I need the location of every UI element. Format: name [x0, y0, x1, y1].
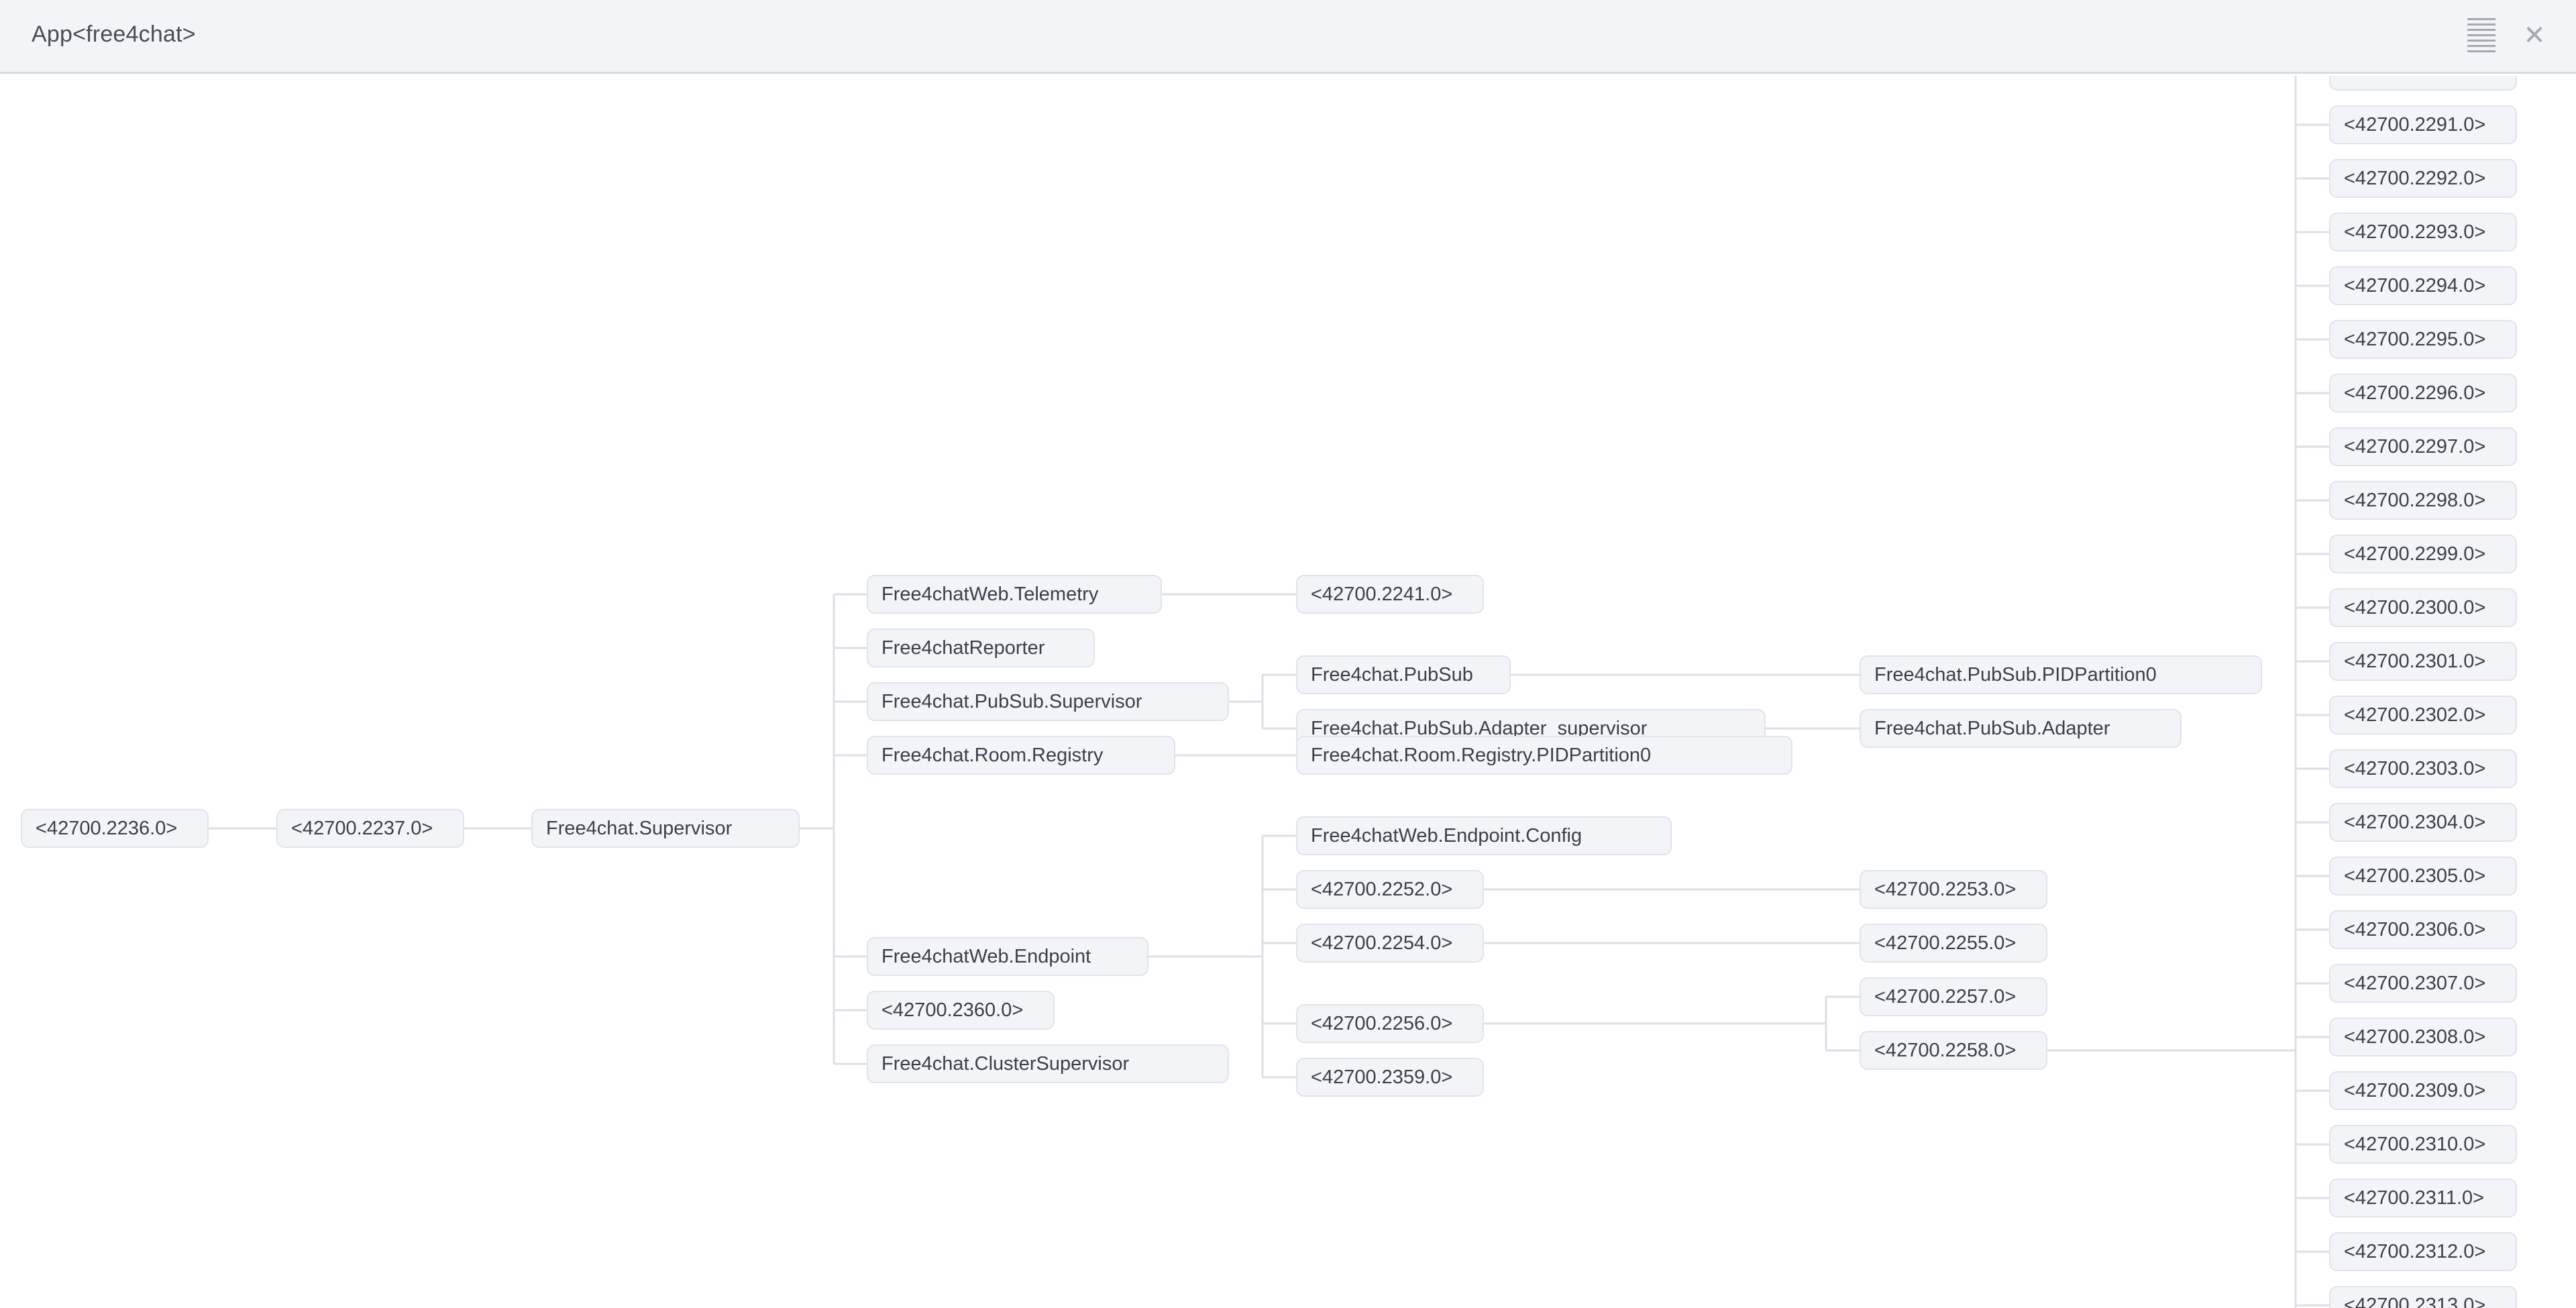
node-child-pid[interactable]: <42700.2296.0> [2329, 374, 2517, 413]
node-child-pid[interactable]: <42700.2313.0> [2329, 1286, 2517, 1308]
node-child-pid[interactable]: <42700.2302.0> [2329, 696, 2517, 734]
window-title: App<free4chat> [32, 21, 196, 47]
node-child-partial[interactable] [2329, 76, 2517, 91]
node-child-pid[interactable]: <42700.2294.0> [2329, 266, 2517, 305]
node-pid-2359[interactable]: <42700.2359.0> [1296, 1058, 1484, 1097]
node-child-pid[interactable]: <42700.2301.0> [2329, 642, 2517, 681]
node-child-pid[interactable]: <42700.2300.0> [2329, 588, 2517, 627]
node-child-pid[interactable]: <42700.2297.0> [2329, 427, 2517, 466]
list-lines-icon[interactable] [2467, 18, 2496, 56]
node-telemetry[interactable]: Free4chatWeb.Telemetry [867, 575, 1162, 614]
node-child-pid[interactable]: <42700.2291.0> [2329, 105, 2517, 144]
node-child-pid[interactable]: <42700.2304.0> [2329, 803, 2517, 842]
process-tree-canvas[interactable]: <42700.2236.0> <42700.2237.0> Free4chat.… [0, 76, 2576, 1308]
node-pid-2255[interactable]: <42700.2255.0> [1860, 924, 2047, 963]
node-pid-2360[interactable]: <42700.2360.0> [867, 991, 1055, 1030]
node-child-pid[interactable]: <42700.2303.0> [2329, 749, 2517, 788]
node-room-registry-partition[interactable]: Free4chat.Room.Registry.PIDPartition0 [1296, 736, 1792, 775]
node-child-pid[interactable]: <42700.2295.0> [2329, 320, 2517, 359]
node-child-pid[interactable]: <42700.2299.0> [2329, 535, 2517, 574]
node-child-pid[interactable]: <42700.2298.0> [2329, 481, 2517, 520]
node-child-pid[interactable]: <42700.2311.0> [2329, 1179, 2517, 1217]
node-endpoint-config[interactable]: Free4chatWeb.Endpoint.Config [1296, 816, 1672, 855]
node-child-pid[interactable]: <42700.2312.0> [2329, 1232, 2517, 1271]
node-endpoint[interactable]: Free4chatWeb.Endpoint [867, 937, 1148, 976]
node-pid-2254[interactable]: <42700.2254.0> [1296, 924, 1484, 963]
node-child-pid[interactable]: <42700.2293.0> [2329, 213, 2517, 252]
window-header: App<free4chat> ✕ [0, 0, 2576, 74]
node-child-pid[interactable]: <42700.2309.0> [2329, 1071, 2517, 1110]
node-room-registry[interactable]: Free4chat.Room.Registry [867, 736, 1175, 775]
node-cluster-supervisor[interactable]: Free4chat.ClusterSupervisor [867, 1044, 1229, 1083]
node-child-pid[interactable]: <42700.2308.0> [2329, 1018, 2517, 1056]
node-pubsub-supervisor[interactable]: Free4chat.PubSub.Supervisor [867, 682, 1229, 721]
node-child-pid[interactable]: <42700.2305.0> [2329, 857, 2517, 895]
node-child-pid[interactable]: <42700.2310.0> [2329, 1125, 2517, 1164]
node-pid-2257[interactable]: <42700.2257.0> [1860, 977, 2047, 1016]
node-child-pid[interactable]: <42700.2306.0> [2329, 910, 2517, 949]
node-pid-2252[interactable]: <42700.2252.0> [1296, 870, 1484, 909]
node-pubsub-adapter[interactable]: Free4chat.PubSub.Adapter [1860, 709, 2182, 748]
node-child-pid[interactable]: <42700.2307.0> [2329, 964, 2517, 1003]
node-pid-2258[interactable]: <42700.2258.0> [1860, 1031, 2047, 1070]
node-pubsub-partition[interactable]: Free4chat.PubSub.PIDPartition0 [1860, 655, 2262, 694]
node-root-pid[interactable]: <42700.2236.0> [21, 809, 209, 848]
node-reporter[interactable]: Free4chatReporter [867, 629, 1095, 667]
node-pid-2241[interactable]: <42700.2241.0> [1296, 575, 1484, 614]
node-supervisor[interactable]: Free4chat.Supervisor [531, 809, 800, 848]
node-pubsub[interactable]: Free4chat.PubSub [1296, 655, 1511, 694]
node-pid-2253[interactable]: <42700.2253.0> [1860, 870, 2047, 909]
node-child-pid[interactable]: <42700.2292.0> [2329, 159, 2517, 198]
close-icon[interactable]: ✕ [2521, 20, 2548, 51]
node-pid-2237[interactable]: <42700.2237.0> [276, 809, 464, 848]
node-pid-2256[interactable]: <42700.2256.0> [1296, 1004, 1484, 1043]
